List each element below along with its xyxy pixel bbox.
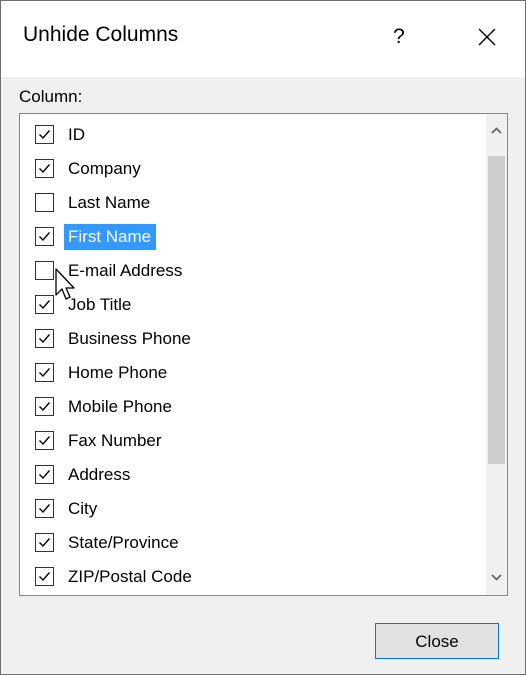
column-list-item[interactable]: E-mail Address xyxy=(20,253,486,287)
column-item-label: City xyxy=(68,499,98,518)
checkmark-icon xyxy=(39,470,51,480)
column-list: ID Company Last Name First Name E-mail Addre… xyxy=(20,117,486,593)
column-list-item[interactable]: Fax Number xyxy=(20,423,486,457)
column-list-item[interactable]: Home Phone xyxy=(20,355,486,389)
column-list-item[interactable]: Last Name xyxy=(20,185,486,219)
column-listbox[interactable]: ID Company Last Name First Name E-mail Addre… xyxy=(19,113,508,596)
checkbox-checked[interactable] xyxy=(35,465,54,484)
checkmark-icon xyxy=(39,232,51,242)
column-item-label: First Name xyxy=(64,224,157,250)
checkmark-icon xyxy=(39,300,51,310)
column-item-label: Last Name xyxy=(68,193,151,212)
checkmark-icon xyxy=(39,402,51,412)
column-item-label: Mobile Phone xyxy=(68,397,172,416)
column-list-item[interactable]: City xyxy=(20,491,486,525)
checkbox-checked[interactable] xyxy=(35,363,54,382)
checkbox-checked[interactable] xyxy=(35,431,54,450)
column-item-label: Fax Number xyxy=(68,431,162,450)
close-icon[interactable] xyxy=(465,15,509,59)
column-item-label: E-mail Address xyxy=(68,261,183,280)
checkbox-unchecked[interactable] xyxy=(35,261,54,280)
checkmark-icon xyxy=(39,368,51,378)
column-list-item[interactable]: First Name xyxy=(20,219,486,253)
checkmark-icon xyxy=(39,436,51,446)
title-bar: Unhide Columns ? xyxy=(1,1,525,77)
checkbox-checked[interactable] xyxy=(35,295,54,314)
column-list-item[interactable]: Address xyxy=(20,457,486,491)
checkbox-checked[interactable] xyxy=(35,397,54,416)
vertical-scrollbar[interactable] xyxy=(486,114,507,595)
checkbox-checked[interactable] xyxy=(35,533,54,552)
dialog-title: Unhide Columns xyxy=(23,23,179,46)
checkmark-icon xyxy=(39,504,51,514)
unhide-columns-dialog: Unhide Columns ? Column: ID Company Last N… xyxy=(0,0,526,675)
scroll-up-arrow-icon[interactable] xyxy=(486,114,507,148)
checkmark-icon xyxy=(39,334,51,344)
checkmark-icon xyxy=(39,164,51,174)
scroll-thumb[interactable] xyxy=(488,156,505,464)
column-list-item[interactable]: ZIP/Postal Code xyxy=(20,559,486,593)
scroll-down-arrow-icon[interactable] xyxy=(486,561,507,595)
checkbox-unchecked[interactable] xyxy=(35,193,54,212)
column-item-label: State/Province xyxy=(68,533,179,552)
column-item-label: Company xyxy=(68,159,141,178)
checkbox-checked[interactable] xyxy=(35,499,54,518)
column-item-label: Business Phone xyxy=(68,329,191,348)
close-button[interactable]: Close xyxy=(375,623,499,659)
column-label: Column: xyxy=(19,87,83,106)
checkbox-checked[interactable] xyxy=(35,329,54,348)
column-list-item[interactable]: Company xyxy=(20,151,486,185)
checkmark-icon xyxy=(39,538,51,548)
column-list-item[interactable]: State/Province xyxy=(20,525,486,559)
column-item-label: ID xyxy=(68,125,85,144)
help-button[interactable]: ? xyxy=(377,15,421,59)
checkbox-checked[interactable] xyxy=(35,227,54,246)
column-item-label: Address xyxy=(68,465,131,484)
checkmark-icon xyxy=(39,572,51,582)
column-item-label: ZIP/Postal Code xyxy=(68,567,192,586)
checkbox-checked[interactable] xyxy=(35,125,54,144)
checkbox-checked[interactable] xyxy=(35,567,54,586)
column-item-label: Home Phone xyxy=(68,363,168,382)
column-list-item[interactable]: Mobile Phone xyxy=(20,389,486,423)
checkmark-icon xyxy=(39,130,51,140)
column-list-item[interactable]: Job Title xyxy=(20,287,486,321)
column-list-item[interactable]: Business Phone xyxy=(20,321,486,355)
column-list-item[interactable]: ID xyxy=(20,117,486,151)
checkbox-checked[interactable] xyxy=(35,159,54,178)
column-item-label: Job Title xyxy=(68,295,132,314)
